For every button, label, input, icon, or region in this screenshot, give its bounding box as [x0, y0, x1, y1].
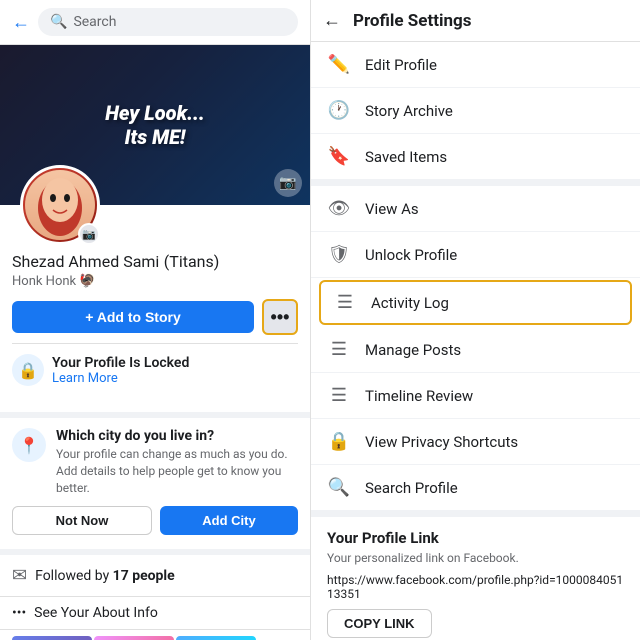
avatar-camera-icon[interactable]: 📷 — [78, 223, 100, 245]
city-actions: Not Now Add City — [12, 506, 298, 535]
menu-item-edit-profile[interactable]: ✏️ Edit Profile — [311, 42, 640, 88]
followed-text: Followed by 17 people — [35, 568, 175, 584]
menu-item-privacy-shortcuts[interactable]: 🔒 View Privacy Shortcuts — [311, 419, 640, 465]
profile-bio: Honk Honk 🦃 — [12, 274, 298, 289]
timeline-review-label: Timeline Review — [365, 387, 473, 405]
profile-name: Shezad Ahmed Sami (Titans) — [12, 251, 298, 272]
menu-item-saved-items[interactable]: 🔖 Saved Items — [311, 134, 640, 180]
menu-item-view-as[interactable]: 👁 View As — [311, 186, 640, 232]
city-location-icon: 📍 — [12, 428, 46, 462]
timeline-review-icon: ☰ — [327, 385, 351, 406]
city-description: Your profile can change as much as you d… — [56, 446, 298, 496]
city-prompt: 📍 Which city do you live in? Your profil… — [0, 412, 310, 545]
profile-link-section: Your Profile Link Your personalized link… — [311, 517, 640, 640]
menu-item-search-profile[interactable]: 🔍 Search Profile — [311, 465, 640, 511]
avatar-wrapper: 📷 — [20, 165, 100, 245]
manage-posts-label: Manage Posts — [365, 341, 461, 359]
edit-profile-label: Edit Profile — [365, 56, 437, 74]
unlock-profile-icon: 🛡 — [327, 244, 351, 265]
left-panel: ← 🔍 Search Hey Look... Its ME! 📷 — [0, 0, 310, 640]
photos-row — [0, 629, 310, 640]
unlock-profile-label: Unlock Profile — [365, 246, 457, 264]
search-profile-icon: 🔍 — [327, 477, 351, 498]
story-archive-icon: 🕐 — [327, 100, 351, 121]
about-label: See Your About Info — [34, 605, 158, 621]
add-to-story-button[interactable]: + Add to Story — [12, 301, 254, 333]
saved-items-icon: 🔖 — [327, 146, 351, 167]
profile-link-title: Your Profile Link — [327, 529, 624, 547]
view-as-label: View As — [365, 200, 419, 218]
locked-info: Your Profile Is Locked Learn More — [52, 355, 189, 386]
search-icon: 🔍 — [50, 14, 67, 30]
menu-item-unlock-profile[interactable]: 🛡 Unlock Profile — [311, 232, 640, 278]
locked-title: Your Profile Is Locked — [52, 355, 189, 371]
saved-items-label: Saved Items — [365, 148, 447, 166]
privacy-shortcuts-icon: 🔒 — [327, 431, 351, 452]
right-header: ← Profile Settings — [311, 0, 640, 42]
right-title: Profile Settings — [353, 11, 471, 31]
search-placeholder: Search — [73, 14, 116, 30]
menu-item-story-archive[interactable]: 🕐 Story Archive — [311, 88, 640, 134]
right-panel: ← Profile Settings ✏️ Edit Profile 🕐 Sto… — [310, 0, 640, 640]
profile-link-desc: Your personalized link on Facebook. — [327, 551, 624, 565]
locked-profile-row: 🔒 Your Profile Is Locked Learn More — [12, 343, 298, 396]
photo-thumb-1[interactable] — [12, 636, 92, 640]
cover-text: Hey Look... Its ME! — [105, 101, 205, 149]
menu-list: ✏️ Edit Profile 🕐 Story Archive 🔖 Saved … — [311, 42, 640, 511]
add-city-button[interactable]: Add City — [160, 506, 298, 535]
envelope-icon: ✉ — [12, 565, 27, 586]
action-row: + Add to Story ••• — [12, 299, 298, 335]
menu-item-activity-log[interactable]: ☰ Activity Log — [319, 280, 632, 325]
activity-log-label: Activity Log — [371, 294, 449, 312]
search-box[interactable]: 🔍 Search — [38, 8, 298, 36]
profile-section: 📷 Shezad Ahmed Sami (Titans) Honk Honk 🦃… — [0, 205, 310, 408]
city-header: 📍 Which city do you live in? Your profil… — [12, 428, 298, 496]
copy-link-button[interactable]: COPY LINK — [327, 609, 432, 638]
menu-item-timeline-review[interactable]: ☰ Timeline Review — [311, 373, 640, 419]
edit-profile-icon: ✏️ — [327, 54, 351, 75]
not-now-button[interactable]: Not Now — [12, 506, 152, 535]
menu-item-manage-posts[interactable]: ☰ Manage Posts — [311, 327, 640, 373]
more-options-button[interactable]: ••• — [262, 299, 298, 335]
photo-thumb-3[interactable] — [176, 636, 256, 640]
dots-icon: ••• — [12, 605, 26, 621]
story-archive-label: Story Archive — [365, 102, 453, 120]
activity-log-icon: ☰ — [333, 292, 357, 313]
photo-thumb-2[interactable] — [94, 636, 174, 640]
learn-more-link[interactable]: Learn More — [52, 371, 189, 386]
manage-posts-icon: ☰ — [327, 339, 351, 360]
search-profile-label: Search Profile — [365, 479, 458, 497]
profile-link-url: https://www.facebook.com/profile.php?id=… — [327, 573, 624, 601]
back-icon[interactable]: ← — [12, 12, 30, 33]
top-bar: ← 🔍 Search — [0, 0, 310, 45]
about-row[interactable]: ••• See Your About Info — [0, 596, 310, 629]
right-back-arrow[interactable]: ← — [323, 10, 341, 31]
lock-icon: 🔒 — [12, 354, 44, 386]
followed-row: ✉ Followed by 17 people — [0, 549, 310, 596]
cover-camera-icon[interactable]: 📷 — [274, 169, 302, 197]
city-info: Which city do you live in? Your profile … — [56, 428, 298, 496]
privacy-shortcuts-label: View Privacy Shortcuts — [365, 433, 518, 451]
view-as-icon: 👁 — [327, 198, 351, 219]
city-title: Which city do you live in? — [56, 428, 298, 444]
